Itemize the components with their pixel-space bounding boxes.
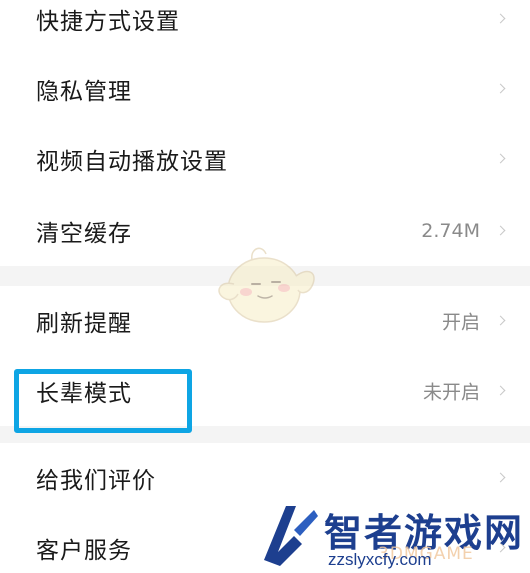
chevron-right-icon bbox=[495, 225, 506, 236]
settings-screen: 快捷方式设置 隐私管理 视频自动播放设置 清空缓存 2.74M 刷新提醒 开启 … bbox=[0, 0, 530, 573]
settings-item-label: 给我们评价 bbox=[36, 468, 156, 494]
settings-item-privacy[interactable]: 隐私管理 bbox=[0, 54, 530, 124]
settings-item-label: 客户服务 bbox=[36, 538, 132, 564]
chevron-right-icon bbox=[495, 315, 506, 326]
mascot-watermark-icon bbox=[218, 247, 315, 323]
settings-item-label: 刷新提醒 bbox=[36, 311, 132, 337]
site-url: zzslyxcfy.com bbox=[328, 550, 432, 569]
settings-item-shortcut[interactable]: 快捷方式设置 bbox=[0, 0, 530, 54]
chevron-right-icon bbox=[495, 13, 506, 24]
settings-group-general: 快捷方式设置 隐私管理 视频自动播放设置 清空缓存 2.74M bbox=[0, 0, 530, 266]
highlight-annotation-box bbox=[14, 369, 192, 433]
settings-item-label: 快捷方式设置 bbox=[36, 9, 180, 35]
cache-size-value: 2.74M bbox=[421, 220, 480, 242]
chevron-right-icon bbox=[495, 83, 506, 94]
site-watermark: 智者游戏网 3DMGAME zzslyxcfy.com bbox=[258, 500, 530, 573]
refresh-reminder-status: 开启 bbox=[441, 311, 480, 334]
settings-item-video-autoplay[interactable]: 视频自动播放设置 bbox=[0, 124, 530, 194]
elder-mode-status: 未开启 bbox=[422, 381, 480, 404]
chevron-right-icon bbox=[495, 153, 506, 164]
chevron-right-icon bbox=[495, 472, 506, 483]
site-logo-icon bbox=[264, 506, 318, 566]
chevron-right-icon bbox=[495, 385, 506, 396]
settings-item-label: 视频自动播放设置 bbox=[36, 149, 228, 175]
settings-item-label: 清空缓存 bbox=[36, 221, 132, 247]
settings-item-label: 隐私管理 bbox=[36, 79, 132, 105]
